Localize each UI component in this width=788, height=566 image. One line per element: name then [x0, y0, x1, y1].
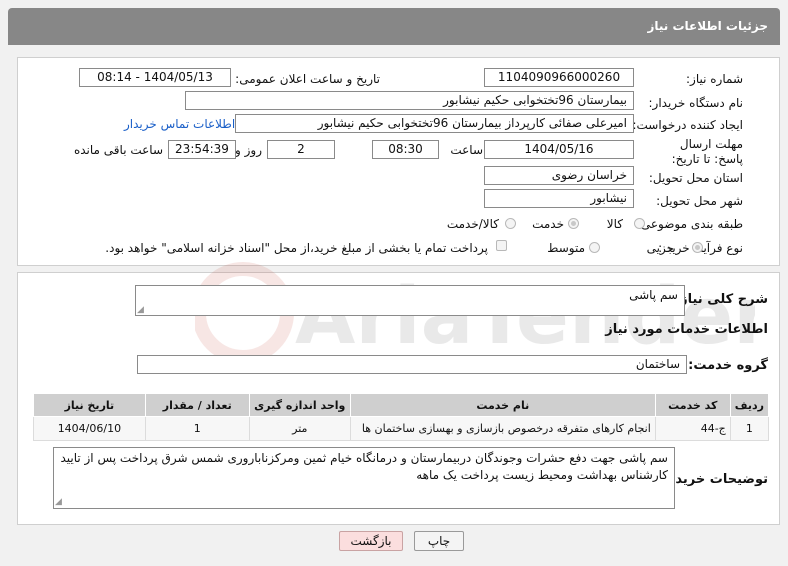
- treasury-checkbox[interactable]: [496, 240, 507, 251]
- category-goods-radio[interactable]: [634, 218, 645, 229]
- days-label: روز و: [235, 143, 262, 157]
- resize-grip-icon[interactable]: ◢: [137, 305, 144, 315]
- city-label: شهر محل تحویل:: [656, 194, 743, 208]
- deadline-time-label: ساعت: [450, 143, 483, 157]
- deadline-label: مهلت ارسال پاسخ: تا تاریخ:: [671, 137, 743, 166]
- announce-datetime-field: 1404/05/13 - 08:14: [79, 68, 231, 87]
- requester-label: ایجاد کننده درخواست:: [632, 118, 743, 132]
- purchase-medium-label: متوسط: [547, 241, 585, 255]
- city-field: نیشابور: [484, 189, 634, 208]
- need-number-label: شماره نیاز:: [686, 72, 743, 86]
- print-button[interactable]: چاپ: [414, 531, 464, 551]
- buyer-org-label: نام دستگاه خریدار:: [648, 96, 744, 110]
- cell-quantity: 1: [144, 416, 250, 441]
- cell-row-number: 1: [729, 416, 770, 441]
- purchase-partial-radio[interactable]: [692, 242, 703, 253]
- remaining-time-field: 23:54:39: [168, 140, 236, 159]
- back-button[interactable]: بازگشت: [339, 531, 403, 551]
- cell-need-date: 1404/06/10: [33, 416, 146, 441]
- general-desc-field[interactable]: سم پاشی: [135, 285, 685, 316]
- service-group-label: گروه خدمت:: [688, 358, 768, 373]
- page-header: جزئیات اطلاعات نیاز: [8, 8, 780, 45]
- remaining-label: ساعت باقی مانده: [73, 143, 163, 157]
- province-field: خراسان رضوی: [484, 166, 634, 185]
- page-title: جزئیات اطلاعات نیاز: [647, 19, 768, 33]
- purchase-partial-label: جزیی: [646, 241, 674, 255]
- category-goods-label: کالا: [606, 217, 623, 231]
- services-table: ردیف کد خدمت نام خدمت واحد اندازه گیری ت…: [33, 393, 770, 441]
- days-field: 2: [267, 140, 335, 159]
- deadline-date-field: 1404/05/16: [484, 140, 634, 159]
- service-group-field: ساختمان: [137, 355, 687, 374]
- cell-unit: متر: [248, 416, 351, 441]
- category-service-label: خدمت: [532, 217, 564, 231]
- category-label: طبقه بندی موضوعی:: [636, 217, 743, 231]
- buyer-org-field: بیمارستان 96تختخوابی حکیم نیشابور: [185, 91, 634, 110]
- need-number-field: 1104090966000260: [484, 68, 634, 87]
- requester-field: امیرعلی صفائی کارپرداز بیمارستان 96تختخو…: [235, 114, 634, 133]
- notes-resize-grip-icon[interactable]: ◢: [55, 497, 62, 507]
- cell-service-name: انجام کارهای متفرقه درخصوص بازسازی و بهس…: [349, 416, 656, 441]
- province-label: استان محل تحویل:: [648, 171, 743, 185]
- table-row: 1 ج-44 انجام کارهای متفرقه درخصوص بازساز…: [33, 416, 770, 441]
- col-header-unit: واحد اندازه گیری: [248, 393, 351, 417]
- services-info-heading: اطلاعات خدمات مورد نیاز: [605, 322, 768, 337]
- category-goods-service-label: کالا/خدمت: [446, 217, 499, 231]
- contact-buyer-link[interactable]: اطلاعات تماس خریدار: [124, 117, 235, 131]
- col-header-service-code: کد خدمت: [654, 393, 731, 417]
- general-desc-label: شرح کلی نیاز:: [674, 292, 768, 307]
- category-service-radio[interactable]: [568, 218, 579, 229]
- category-goods-service-radio[interactable]: [505, 218, 516, 229]
- col-header-service-name: نام خدمت: [349, 393, 656, 417]
- table-header-row: ردیف کد خدمت نام خدمت واحد اندازه گیری ت…: [33, 393, 770, 417]
- deadline-time-field: 08:30: [372, 140, 439, 159]
- purchase-medium-radio[interactable]: [589, 242, 600, 253]
- announce-datetime-label: تاریخ و ساعت اعلان عمومی:: [235, 72, 380, 86]
- treasury-note: پرداخت تمام یا بخشی از مبلغ خرید،از محل …: [105, 241, 488, 255]
- col-header-row-number: ردیف: [729, 393, 770, 417]
- col-header-quantity: تعداد / مقدار: [144, 393, 250, 417]
- buyer-notes-field[interactable]: سم پاشی جهت دفع حشرات وجوندگان دربیمارست…: [53, 447, 675, 509]
- col-header-need-date: تاریخ نیاز: [33, 393, 146, 417]
- cell-service-code: ج-44: [654, 416, 731, 441]
